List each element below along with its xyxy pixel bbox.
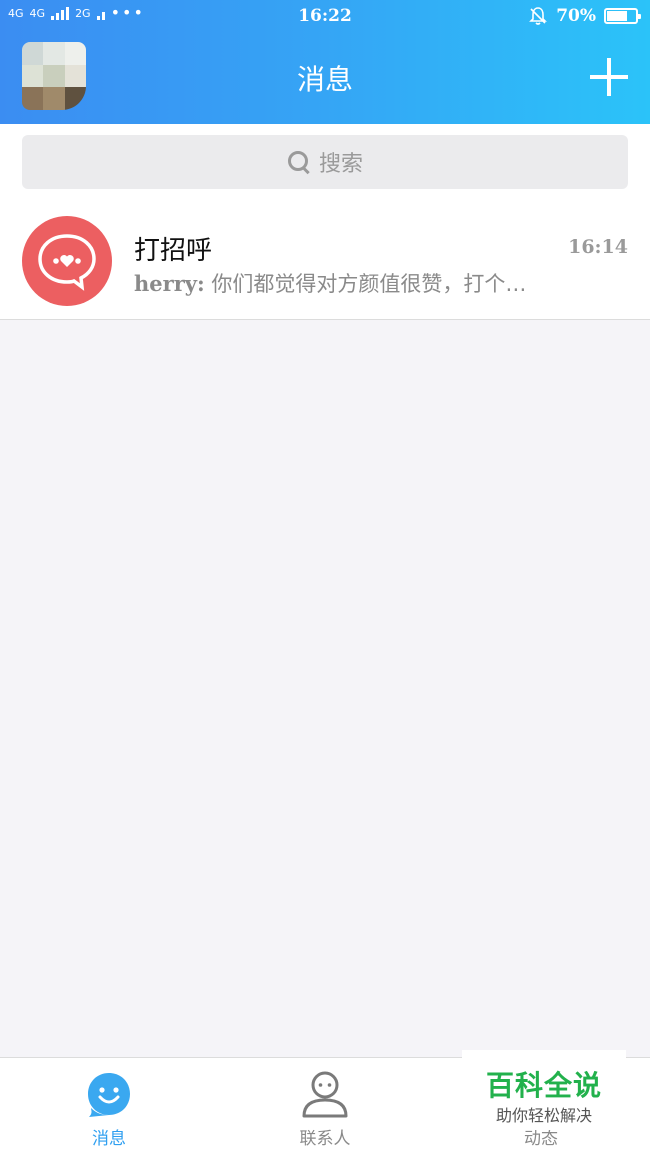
search-input[interactable]: 搜索 [22, 135, 628, 189]
add-button[interactable] [590, 58, 628, 96]
watermark: 百科全说 助你轻松解决 [462, 1050, 626, 1130]
watermark-subtitle: 助你轻松解决 [495, 1106, 592, 1125]
search-area: 搜索 [0, 124, 650, 202]
status-right: 70% [528, 6, 641, 26]
app-header: 4G 4G 2G ••• 16:22 70% 消息 [0, 0, 650, 124]
preview-message: 你们都觉得对方颜值很赞，打个… [211, 272, 527, 296]
tab-label-messages: 消息 [92, 1129, 126, 1149]
battery-fill [607, 11, 627, 21]
battery-percent: 70% [556, 6, 596, 26]
conversation-time: 16:14 [568, 236, 628, 258]
conversation-name: 打招呼 [134, 236, 213, 266]
watermark-title: 百科全说 [485, 1069, 602, 1102]
search-placeholder: 搜索 [318, 152, 363, 177]
tab-label-contacts: 联系人 [299, 1129, 351, 1149]
conversation-preview: herry: 你们都觉得对方颜值很赞，打个… [134, 268, 594, 298]
contact-person-icon [302, 1071, 348, 1118]
greeting-chat-icon [22, 216, 112, 306]
tab-contacts[interactable]: 联系人 [217, 1058, 433, 1155]
page-title: 消息 [296, 63, 353, 96]
preview-sender: herry: [134, 271, 205, 296]
search-icon [287, 150, 311, 174]
message-bubble-icon [88, 1073, 130, 1117]
conversation-item[interactable]: 打招呼 16:14 herry: 你们都觉得对方颜值很赞，打个… [0, 202, 650, 320]
tab-messages[interactable]: 消息 [1, 1058, 217, 1155]
battery-icon [604, 8, 641, 24]
bell-muted-icon [529, 7, 548, 25]
status-bar: 4G 4G 2G ••• 16:22 70% [0, 0, 650, 34]
